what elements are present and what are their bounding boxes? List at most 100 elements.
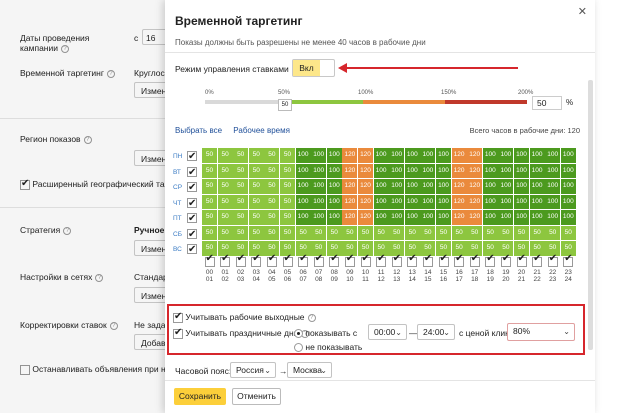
hour-cell[interactable]: 50: [373, 225, 389, 240]
hour-cell[interactable]: 100: [373, 179, 389, 194]
tz-city-select[interactable]: Москва ⌄: [287, 362, 332, 378]
hour-column[interactable]: 0607: [296, 255, 311, 283]
hour-cell[interactable]: 100: [404, 194, 420, 209]
hour-cell[interactable]: 120: [342, 210, 358, 225]
bid-mode-toggle[interactable]: Вкл: [292, 59, 335, 77]
hour-cell[interactable]: 50: [264, 148, 280, 163]
hour-cell[interactable]: 120: [451, 163, 467, 178]
hour-cell[interactable]: 120: [342, 148, 358, 163]
hour-cell[interactable]: 100: [545, 148, 561, 163]
hour-cell[interactable]: 100: [420, 210, 436, 225]
hour-checkbox[interactable]: [469, 255, 480, 267]
hour-cell[interactable]: 50: [482, 225, 498, 240]
hour-cell[interactable]: 50: [514, 225, 529, 240]
hour-cell[interactable]: 120: [451, 148, 467, 163]
help-icon[interactable]: ?: [307, 313, 316, 322]
hour-cell[interactable]: 50: [389, 225, 405, 240]
hour-cell[interactable]: 50: [467, 225, 483, 240]
hour-checkbox[interactable]: [298, 255, 309, 267]
no-show-option[interactable]: не показывать: [294, 342, 362, 353]
hour-column[interactable]: 1011: [358, 255, 373, 283]
hour-cell[interactable]: 100: [514, 210, 529, 225]
hour-cell[interactable]: 120: [342, 194, 358, 209]
hour-column[interactable]: 2021: [514, 255, 529, 283]
hour-cell[interactable]: 50: [264, 179, 280, 194]
hour-cell[interactable]: 50: [342, 225, 358, 240]
hour-cell[interactable]: 100: [420, 148, 436, 163]
day-row-label[interactable]: ПТ: [173, 211, 201, 227]
hour-checkbox[interactable]: [516, 255, 527, 267]
hour-column[interactable]: 1112: [374, 255, 389, 283]
hour-checkbox[interactable]: [547, 255, 558, 267]
hour-cell[interactable]: 100: [560, 194, 576, 209]
hour-checkbox[interactable]: [313, 255, 324, 267]
hour-cell[interactable]: 50: [280, 179, 295, 194]
hour-cell[interactable]: 100: [373, 163, 389, 178]
scale-slider-handle[interactable]: 50: [278, 99, 292, 111]
hour-cell[interactable]: 100: [436, 163, 451, 178]
hour-cell[interactable]: 100: [311, 194, 327, 209]
hour-cell[interactable]: 50: [295, 225, 311, 240]
day-row-label[interactable]: ПН: [173, 149, 201, 165]
hour-cell[interactable]: 50: [264, 210, 280, 225]
hour-cell[interactable]: 120: [451, 194, 467, 209]
bid-mode-on[interactable]: Вкл: [293, 60, 320, 76]
hour-cell[interactable]: 100: [529, 194, 545, 209]
hour-cell[interactable]: 50: [264, 194, 280, 209]
hour-column[interactable]: 0304: [249, 255, 264, 283]
hour-cell[interactable]: 50: [217, 163, 233, 178]
hour-cell[interactable]: 120: [467, 210, 483, 225]
hour-checkbox[interactable]: [329, 255, 340, 267]
hour-cell[interactable]: 100: [373, 210, 389, 225]
hour-cell[interactable]: 100: [482, 210, 498, 225]
hour-cell[interactable]: 100: [514, 194, 529, 209]
percent-input[interactable]: 50: [532, 96, 562, 110]
hour-cell[interactable]: 100: [436, 148, 451, 163]
hour-cell[interactable]: 100: [389, 210, 405, 225]
hour-checkbox[interactable]: [391, 255, 402, 267]
close-icon[interactable]: ✕: [578, 5, 587, 18]
hour-cell[interactable]: 100: [514, 163, 529, 178]
hour-cell[interactable]: 100: [560, 179, 576, 194]
cancel-button[interactable]: Отменить: [232, 388, 281, 405]
hour-cell[interactable]: 100: [404, 148, 420, 163]
hour-cell[interactable]: 100: [389, 148, 405, 163]
hour-cell[interactable]: 100: [389, 179, 405, 194]
weekend-checkbox[interactable]: [173, 311, 183, 323]
hour-cell[interactable]: 100: [529, 163, 545, 178]
hour-cell[interactable]: 100: [498, 148, 514, 163]
hour-cell[interactable]: 50: [217, 179, 233, 194]
hour-checkbox[interactable]: [438, 255, 449, 267]
hour-cell[interactable]: 100: [482, 194, 498, 209]
hour-cell[interactable]: 50: [233, 194, 249, 209]
hour-cell[interactable]: 100: [560, 148, 576, 163]
hour-cell[interactable]: 50: [420, 225, 436, 240]
holiday-checkbox[interactable]: [173, 327, 183, 339]
hour-cell[interactable]: 50: [248, 163, 264, 178]
day-checkbox[interactable]: [187, 149, 197, 165]
hour-checkbox[interactable]: [344, 255, 355, 267]
hour-cell[interactable]: 50: [217, 210, 233, 225]
hour-cell[interactable]: 50: [248, 194, 264, 209]
day-checkbox[interactable]: [187, 242, 197, 258]
hour-column[interactable]: 0405: [264, 255, 279, 283]
hour-checkbox[interactable]: [282, 255, 293, 267]
hour-column[interactable]: 1718: [467, 255, 482, 283]
day-checkbox[interactable]: [187, 196, 197, 211]
hour-cell[interactable]: 50: [202, 210, 217, 225]
hour-cell[interactable]: 50: [280, 163, 295, 178]
hour-column[interactable]: 2324: [561, 255, 576, 283]
hour-cell[interactable]: 100: [373, 194, 389, 209]
hour-cell[interactable]: 50: [358, 225, 373, 240]
hour-cell[interactable]: 100: [436, 210, 451, 225]
hour-cell[interactable]: 120: [342, 163, 358, 178]
hour-cell[interactable]: 100: [311, 148, 327, 163]
hour-column[interactable]: 1314: [405, 255, 420, 283]
hour-checkbox[interactable]: [251, 255, 262, 267]
hour-cell[interactable]: 50: [280, 225, 295, 240]
hour-column[interactable]: 0506: [280, 255, 295, 283]
hour-cell[interactable]: 100: [498, 179, 514, 194]
day-row-label[interactable]: СБ: [173, 227, 201, 242]
hour-cell[interactable]: 50: [264, 225, 280, 240]
hour-cell[interactable]: 100: [326, 148, 342, 163]
